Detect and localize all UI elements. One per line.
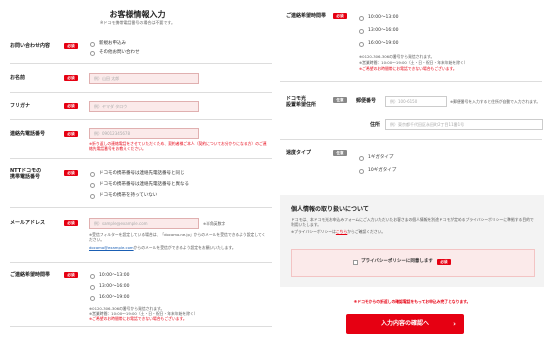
contact-time-option-2[interactable]: 13:00〜16:00 — [90, 284, 129, 290]
email-note: ※受信フィルターを設定している場合は、「docomo.ne.jp」からのメールを… — [89, 232, 266, 242]
agree-checkbox[interactable]: プライバシーポリシーに同意します 必須 — [353, 259, 451, 265]
required-badge: 必須 — [436, 259, 451, 265]
address-field-label: 住所 — [370, 122, 381, 128]
privacy-policy-link[interactable]: こちら — [336, 229, 347, 234]
phone-note: ※折り返しの連絡電話をさせていただくため、契約者様ご本人（契約についてお分かりに… — [89, 141, 267, 151]
name-label: お名前 — [10, 75, 26, 81]
docomo-option-same[interactable]: ドコモの携帯番号は連絡先電話番号と同じ — [90, 171, 185, 177]
page-subtitle: ※ドコモ携帯電話番号の場合は不要です。 — [100, 20, 175, 25]
divider — [10, 92, 272, 93]
furigana-label: フリガナ — [10, 103, 31, 109]
chevron-right-icon: › — [453, 320, 456, 328]
page-title: お客様情報入力 — [109, 10, 166, 19]
divider — [10, 262, 272, 263]
docomo-number-label: NTTドコモの 携帯電話番号 — [10, 168, 42, 180]
radio-icon — [90, 295, 95, 301]
contact-time-option-3[interactable]: 16:00〜19:00 — [90, 295, 129, 301]
furigana-input[interactable]: 例）ヤマダ タロウ — [89, 101, 199, 112]
required-badge: 必須 — [333, 13, 347, 19]
radio-icon — [359, 28, 364, 34]
contact-time-right-option-1[interactable]: 10:00〜13:00 — [359, 15, 398, 21]
contact-time-right-note-1: ※0120-306-306の番号から発信されます。 — [359, 54, 435, 59]
required-badge: 必須 — [64, 170, 78, 176]
radio-icon — [90, 182, 95, 188]
confirm-button[interactable]: 入力内容の確認へ › — [346, 314, 464, 334]
phone-input[interactable]: 例）09012345678 — [89, 128, 199, 139]
inquiry-option-new[interactable]: 新規お申込み — [90, 41, 126, 47]
radio-icon — [90, 171, 95, 177]
address-input[interactable]: 例）東京都千代田区永田町2丁目11番1号 — [385, 119, 543, 130]
submit-note: ※ドコモからの折返しの確認電話をもってお申込み完了となります。 — [353, 299, 471, 304]
contact-time-note-3: ※ご希望のお時間帯にお電話できない場合もございます。 — [89, 316, 187, 321]
email-sender-link[interactable]: docomo@example.com — [89, 245, 134, 250]
zip-note: ※郵便番号を入力すると住所が自動で入力されます。 — [450, 99, 541, 104]
contact-time-right-note-3: ※ご希望のお時間帯にお電話できない場合もございます。 — [359, 66, 457, 71]
docomo-option-different[interactable]: ドコモの携帯番号は連絡先電話番号と異なる — [90, 182, 189, 188]
contact-time-label: ご連絡希望時間帯 — [10, 272, 51, 278]
inquiry-label: お問い合わせ内容 — [10, 43, 51, 49]
optional-badge: 任意 — [333, 97, 347, 103]
name-input[interactable]: 例）山田 太郎 — [89, 73, 199, 84]
divider — [10, 63, 272, 64]
plan-option-10g[interactable]: 10ギガタイプ — [359, 168, 396, 174]
inquiry-option-other[interactable]: その他お問い合わせ — [90, 50, 140, 56]
plan-option-1g[interactable]: 1ギガタイプ — [359, 155, 393, 161]
email-label: メールアドレス — [10, 220, 46, 226]
optional-badge: 任意 — [333, 150, 347, 156]
radio-icon — [359, 41, 364, 47]
divider — [10, 119, 272, 120]
radio-icon — [359, 155, 364, 161]
privacy-body: ドコモは、本ドコモ光お申込みフォームにご入力いただいたお客さまの個人情報を別途ド… — [291, 217, 534, 227]
divider — [280, 81, 542, 82]
plan-label: 速度タイプ — [286, 150, 312, 156]
divider — [280, 139, 542, 140]
required-badge: 必須 — [64, 272, 78, 278]
docomo-option-none[interactable]: ドコモの携帯を持っていない — [90, 193, 157, 199]
address-label: ドコモ光 設置希望住所 — [286, 96, 317, 108]
checkbox-icon — [353, 259, 358, 265]
contact-time-label-right: ご連絡希望時間帯 — [286, 13, 327, 19]
contact-time-right-note-2: ※営業時間：10:00〜19:00（土・日・祝日・年末年始を除く） — [359, 60, 468, 65]
radio-icon — [90, 273, 95, 279]
required-badge: 必須 — [64, 131, 78, 137]
contact-time-option-1[interactable]: 10:00〜13:00 — [90, 273, 129, 279]
radio-icon — [90, 50, 95, 56]
radio-icon — [90, 193, 95, 199]
email-note-2: docomo@example.comからのメールを受信ができるよう設定をお願いい… — [89, 245, 236, 250]
phone-label: 連絡先電話番号 — [10, 131, 46, 137]
email-input[interactable]: 例）sample@example.com — [89, 218, 199, 229]
required-badge: 必須 — [64, 103, 78, 109]
required-badge: 必須 — [64, 220, 78, 226]
required-badge: 必須 — [64, 43, 78, 49]
radio-icon — [90, 41, 95, 47]
privacy-link-line: ※プライバシーポリシーはこちらからご確認ください。 — [291, 229, 386, 234]
contact-time-right-option-3[interactable]: 16:00〜19:00 — [359, 41, 398, 47]
zip-label: 郵便番号 — [356, 98, 377, 104]
radio-icon — [90, 284, 95, 290]
divider — [10, 326, 272, 327]
divider — [10, 158, 272, 159]
radio-icon — [359, 168, 364, 174]
radio-icon — [359, 15, 364, 21]
zip-input[interactable]: 例）100-6150 — [385, 96, 447, 107]
divider — [10, 207, 272, 208]
privacy-heading: 個人情報の取り扱いについて — [291, 206, 369, 213]
email-side-note: ※半角英数字 — [203, 221, 226, 226]
required-badge: 必須 — [64, 75, 78, 81]
contact-time-right-option-2[interactable]: 13:00〜16:00 — [359, 28, 398, 34]
